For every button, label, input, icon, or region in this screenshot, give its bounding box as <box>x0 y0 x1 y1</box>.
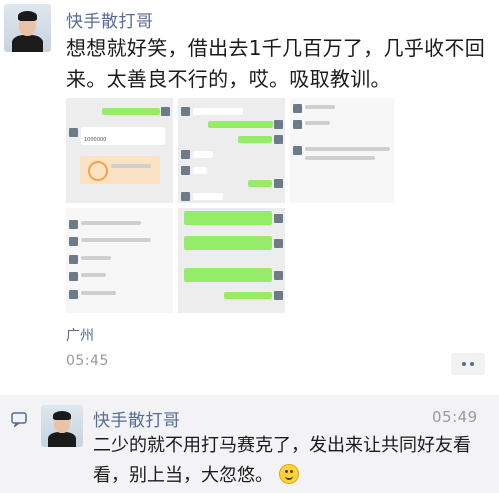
post-location[interactable]: 广州 <box>66 325 94 345</box>
smile-emoji <box>278 464 299 484</box>
post-image-5[interactable] <box>178 208 285 313</box>
comment-author-avatar[interactable] <box>41 405 83 447</box>
post-author-avatar[interactable] <box>4 4 51 52</box>
comment-text[interactable]: 二少的就不用打马赛克了，发出来让共同好友看看，别上当，大忽悠。 <box>93 431 483 491</box>
post-image-4[interactable] <box>66 208 173 313</box>
post-image-3[interactable] <box>290 98 394 203</box>
post-author-name[interactable]: 快手散打哥 <box>66 7 154 32</box>
post-time: 05:45 <box>66 353 109 369</box>
more-icon[interactable] <box>451 353 485 375</box>
post-text: 想想就好笑，借出去1千几百万了，几乎收不回来。太善良不行的，哎。吸取教训。 <box>66 36 486 91</box>
comment-icon <box>11 412 27 427</box>
post-image-1[interactable]: 1000000 <box>66 98 173 203</box>
comment-author-name[interactable]: 快手散打哥 <box>93 406 181 431</box>
post-image-2[interactable] <box>178 98 285 203</box>
comment-time: 05:49 <box>432 408 478 426</box>
transfer-amount: 1000000 <box>84 137 107 143</box>
